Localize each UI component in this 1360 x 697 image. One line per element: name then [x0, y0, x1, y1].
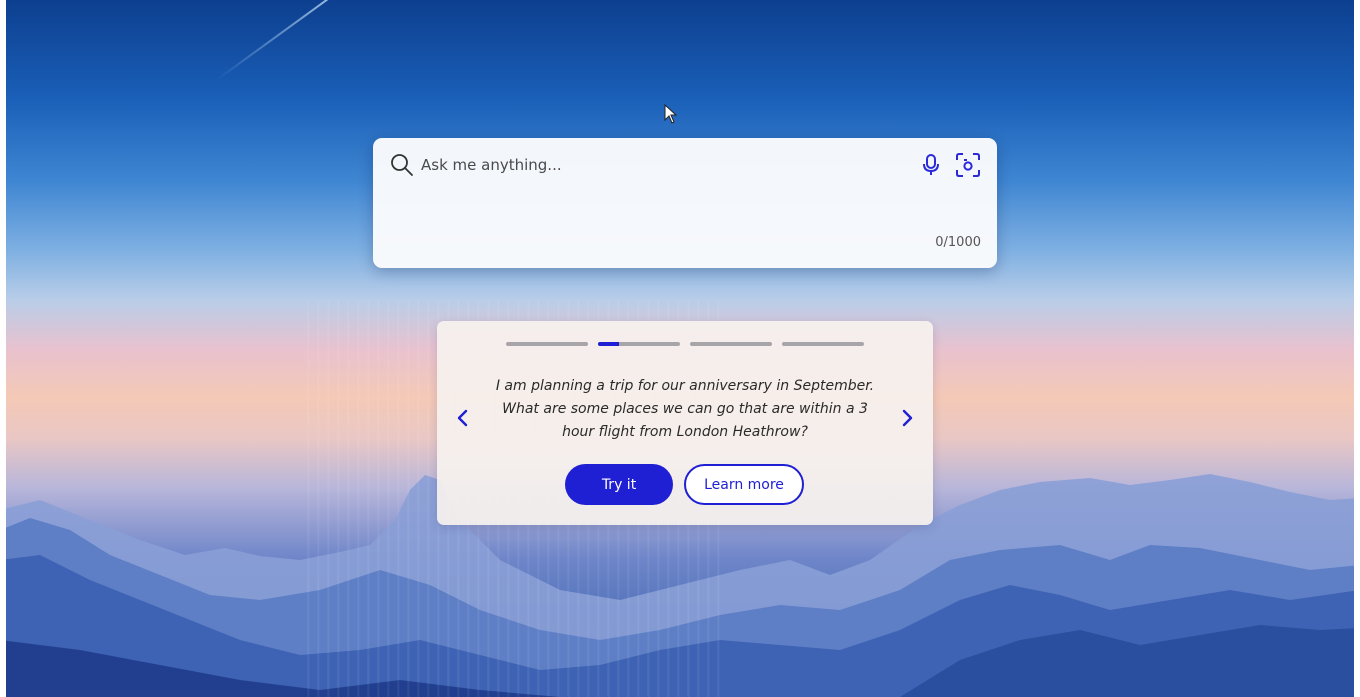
microphone-icon	[923, 154, 939, 175]
carousel-progress-fill	[598, 342, 619, 346]
desktop-background: 0/1000 I am planning a trip for our anni…	[0, 0, 1360, 697]
search-icon	[389, 152, 415, 178]
learn-more-button[interactable]: Learn more	[684, 464, 804, 505]
chevron-left-icon	[457, 409, 468, 427]
mouse-cursor-icon	[664, 104, 678, 124]
visual-search-icon	[956, 153, 980, 177]
carousel-progress-segment[interactable]	[506, 342, 588, 346]
carousel-progress-segment[interactable]	[690, 342, 772, 346]
carousel-progress-segment[interactable]	[782, 342, 864, 346]
chevron-right-icon	[902, 409, 913, 427]
search-box: 0/1000	[373, 138, 997, 268]
visual-search-button[interactable]	[953, 150, 983, 180]
microphone-button[interactable]	[917, 150, 945, 180]
try-it-button[interactable]: Try it	[565, 464, 673, 505]
search-input[interactable]	[421, 150, 891, 180]
suggestion-prompt-text: I am planning a trip for our anniversary…	[495, 378, 875, 440]
character-counter: 0/1000	[935, 235, 981, 250]
previous-suggestion-button[interactable]	[451, 403, 475, 433]
suggestion-card: I am planning a trip for our anniversary…	[437, 321, 933, 525]
carousel-progress	[506, 342, 864, 346]
next-suggestion-button[interactable]	[895, 403, 919, 433]
carousel-progress-segment[interactable]	[598, 342, 680, 346]
